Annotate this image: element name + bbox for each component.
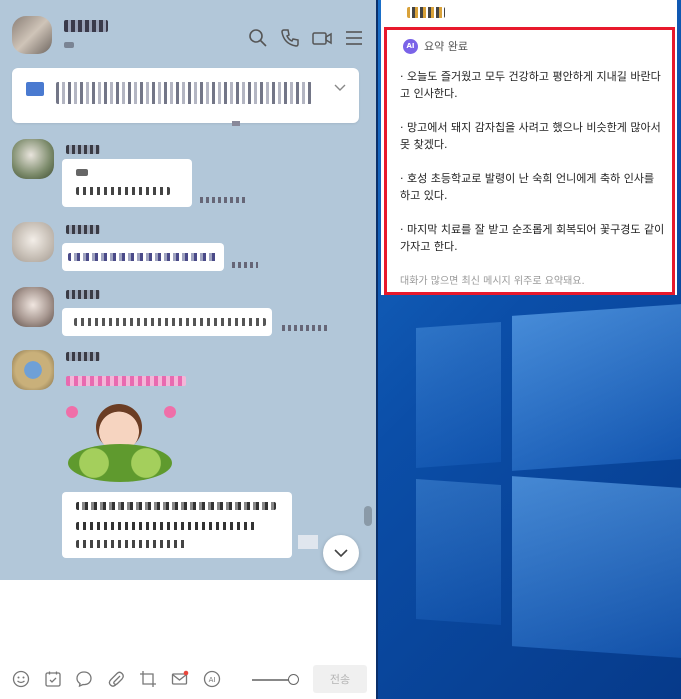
sender-avatar[interactable] — [12, 350, 54, 390]
search-icon[interactable] — [248, 28, 268, 48]
menu-icon[interactable] — [344, 28, 364, 48]
sender-avatar[interactable] — [12, 222, 54, 262]
emoticon-sticker[interactable] — [66, 400, 176, 485]
panel-title-text — [407, 7, 445, 18]
chat-header — [0, 0, 376, 62]
message-text — [68, 253, 218, 261]
crop-icon[interactable] — [139, 670, 157, 688]
sender-name — [66, 352, 100, 361]
speech-bubble-icon[interactable] — [75, 670, 93, 688]
summary-panel-top — [381, 0, 677, 26]
calendar-check-icon[interactable] — [44, 670, 62, 688]
windows-logo-pane — [512, 476, 681, 658]
message-text — [76, 522, 256, 530]
sender-name — [66, 225, 100, 234]
window-divider — [376, 0, 378, 699]
chevron-down-icon — [334, 549, 348, 558]
sticker-heart — [164, 406, 176, 418]
scrollbar-thumb[interactable] — [364, 506, 372, 526]
chat-window: AI 전송 — [0, 0, 376, 699]
message-text — [76, 540, 186, 548]
pinned-notice[interactable] — [12, 68, 359, 123]
chatroom-avatar[interactable] — [12, 16, 52, 54]
windows-logo-pane — [416, 322, 501, 468]
notice-text — [26, 82, 44, 96]
summary-item: · 마지막 치료를 잘 받고 순조롭게 회복되어 꽃구경도 같이 가자고 한다. — [400, 223, 665, 253]
ai-badge-icon: AI — [403, 38, 418, 54]
sticker-caption — [66, 376, 186, 386]
message-timestamp — [298, 535, 318, 549]
video-call-icon[interactable] — [312, 28, 332, 48]
emoticon-icon[interactable] — [12, 670, 30, 688]
message-timestamp — [200, 197, 248, 203]
mail-icon[interactable] — [171, 670, 189, 688]
summary-item: · 오늘도 즐거웠고 모두 건강하고 평안하게 지내길 바란다고 인사한다. — [400, 70, 661, 100]
message-bubble[interactable] — [62, 243, 224, 271]
ai-icon[interactable]: AI — [203, 670, 221, 688]
message-timestamp — [232, 262, 258, 268]
message-text — [76, 502, 276, 510]
message-text — [76, 169, 88, 176]
sender-name — [66, 290, 100, 299]
summary-item: · 망고에서 돼지 감자칩을 사려고 했으나 비슷한게 많아서 못 찾겠다. — [400, 121, 661, 151]
sender-avatar[interactable] — [12, 139, 54, 179]
summary-item: · 호성 초등학교로 발령이 난 숙희 언니에게 축하 인사를 하고 있다. — [400, 172, 655, 202]
paperclip-icon[interactable] — [107, 670, 125, 688]
message-bubble[interactable] — [62, 159, 192, 207]
sender-name — [66, 145, 100, 154]
windows-logo-pane — [416, 479, 501, 625]
sender-avatar[interactable] — [12, 287, 54, 327]
opacity-slider-knob[interactable] — [288, 674, 299, 685]
chatroom-title — [64, 20, 108, 32]
message-text — [74, 318, 266, 326]
svg-text:AI: AI — [209, 676, 216, 684]
phone-icon[interactable] — [280, 28, 300, 48]
notice-text — [56, 82, 312, 104]
windows-logo-pane — [512, 304, 681, 471]
message-bubble[interactable] — [62, 492, 292, 558]
summary-title: 요약 완료 — [424, 40, 468, 53]
message-bubble[interactable] — [62, 308, 272, 336]
ai-summary-box: AI 요약 완료 · 오늘도 즐거웠고 모두 건강하고 평안하게 지내길 바란다… — [384, 27, 675, 295]
summary-footer-note: 대화가 많으면 최신 메시지 위주로 요약돼요. — [400, 276, 585, 287]
send-button[interactable]: 전송 — [313, 665, 367, 693]
scroll-to-bottom-button[interactable] — [323, 535, 359, 571]
summary-header: AI 요약 완료 — [403, 38, 468, 54]
sticker-heart — [66, 406, 78, 418]
message-timestamp — [232, 121, 240, 126]
message-text — [76, 187, 170, 195]
chevron-down-icon[interactable] — [334, 82, 346, 92]
member-count — [64, 42, 74, 48]
message-timestamp — [282, 325, 328, 331]
sticker-pea-pod — [68, 444, 172, 482]
